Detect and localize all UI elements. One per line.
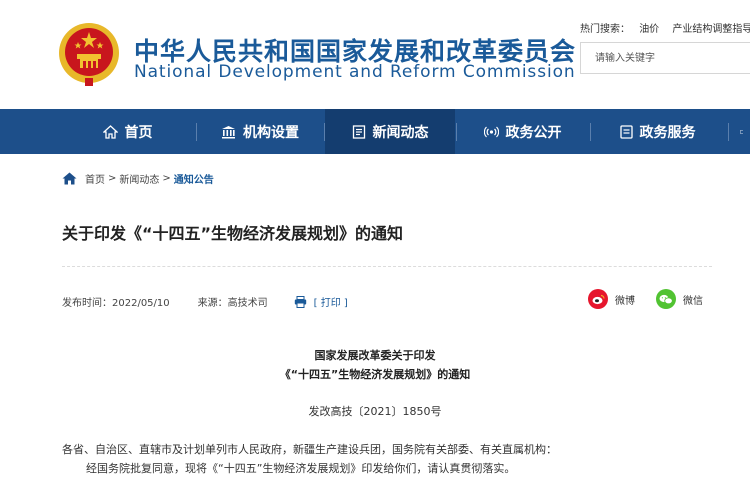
broadcast-icon — [483, 126, 499, 137]
nav-item-label: 首页 — [124, 124, 153, 141]
breadcrumb: 首页 > 新闻动态 > 通知公告 — [62, 170, 214, 186]
search-input[interactable] — [581, 43, 750, 73]
more-icon — [740, 129, 743, 134]
institution-icon — [222, 125, 235, 138]
document-number: 发改高技〔2021〕1850号 — [308, 405, 442, 418]
print-label: [ 打印 ] — [313, 298, 348, 309]
share-weibo-button[interactable]: 微博 — [588, 289, 635, 309]
document-heading-line-2: 《“十四五”生物经济发展规划》的通知 — [279, 368, 471, 381]
hot-search-link[interactable]: 产业结构调整指导 — [672, 24, 750, 35]
main-nav: 首页 机构设置 新闻动态 政务公开 政务服务 — [0, 109, 750, 154]
article-meta: 发布时间：2022/05/10 来源：高技术司 [ 打印 ] — [62, 294, 348, 309]
hot-searches-label: 热门搜索： — [580, 24, 630, 35]
nav-item-label: 政务公开 — [505, 124, 562, 141]
article-source: 来源：高技术司 — [197, 298, 268, 309]
weibo-icon — [588, 289, 608, 309]
document-heading-line-1: 国家发展改革委关于印发 — [314, 349, 436, 362]
nav-divider — [590, 123, 591, 141]
print-button[interactable]: [ 打印 ] — [294, 294, 348, 309]
nav-item-government-services[interactable]: 政务服务 — [600, 109, 715, 154]
breadcrumb-separator: > — [108, 172, 117, 184]
home-icon — [102, 124, 118, 139]
nav-item-institutions[interactable]: 机构设置 — [205, 109, 315, 154]
nav-item-government-affairs[interactable]: 政务公开 — [465, 109, 580, 154]
site-title-english: National Development and Reform Commissi… — [134, 62, 576, 82]
breadcrumb-link-news[interactable]: 新闻动态 — [119, 171, 159, 186]
site-header: 中华人民共和国国家发展和改革委员会 National Development a… — [0, 0, 750, 109]
breadcrumb-link-home[interactable]: 首页 — [85, 171, 105, 186]
news-icon — [352, 124, 365, 139]
breadcrumb-separator: > — [162, 172, 171, 184]
printer-icon — [294, 295, 306, 308]
document-recipients: 各省、自治区、直辖市及计划单列市人民政府，新疆生产建设兵团，国务院有关部委、有关… — [62, 443, 557, 456]
nav-divider — [456, 123, 457, 141]
nav-item-more[interactable] — [740, 109, 750, 154]
nav-divider — [728, 123, 729, 141]
wechat-icon — [656, 289, 676, 309]
search-box — [580, 42, 750, 74]
share-weibo-label: 微博 — [615, 295, 635, 307]
document-body-paragraph: 经国务院批复同意，现将《“十四五”生物经济发展规划》印发给你们，请认真贯彻落实。 — [86, 462, 516, 475]
title-divider — [62, 266, 712, 267]
article-title: 关于印发《“十四五”生物经济发展规划》的通知 — [62, 224, 404, 243]
nav-item-home[interactable]: 首页 — [70, 109, 185, 154]
home-icon[interactable] — [62, 172, 77, 185]
nav-item-label: 机构设置 — [243, 124, 299, 141]
hot-search-link[interactable]: 油价 — [639, 24, 659, 35]
nav-divider — [196, 123, 197, 141]
share-wechat-label: 微信 — [683, 295, 703, 307]
nav-item-label: 政务服务 — [639, 124, 696, 141]
publish-time: 发布时间：2022/05/10 — [62, 298, 170, 309]
share-wechat-button[interactable]: 微信 — [656, 289, 703, 309]
nav-item-news[interactable]: 新闻动态 — [325, 109, 455, 154]
nav-item-label: 新闻动态 — [372, 124, 429, 141]
national-emblem-logo[interactable] — [58, 22, 120, 88]
service-icon — [619, 124, 633, 139]
hot-searches: 热门搜索： 油价 产业结构调整指导 — [580, 20, 750, 35]
breadcrumb-current[interactable]: 通知公告 — [174, 171, 214, 186]
